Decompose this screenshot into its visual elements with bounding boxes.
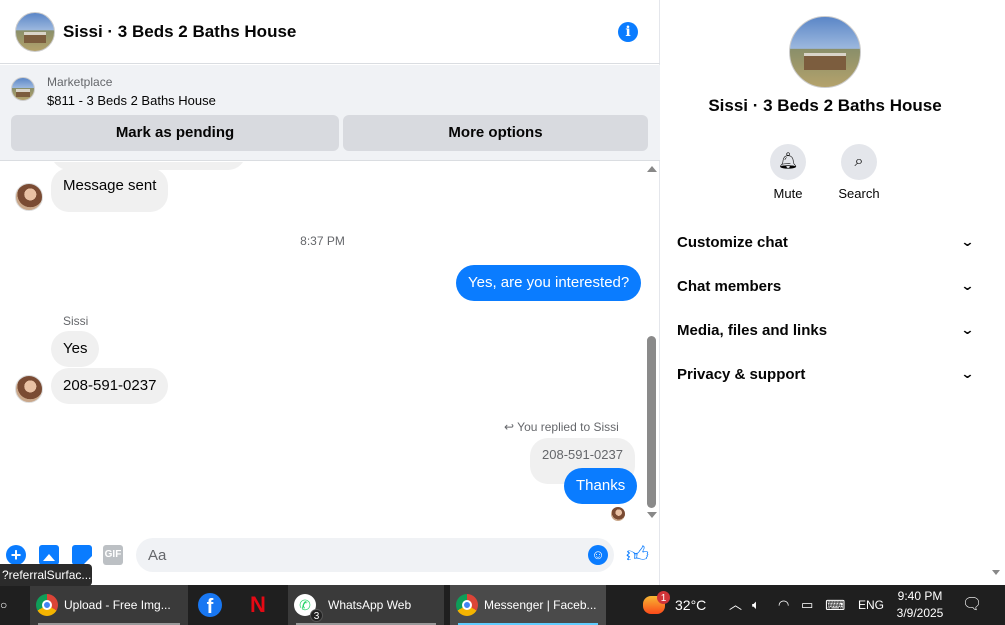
thumbs-up-icon[interactable]: 👍︎ [626,543,650,567]
chevron-up-icon[interactable]: ︿ [729,585,742,625]
search-icon[interactable]: ⌕ [841,144,877,180]
notifications-icon[interactable]: 🗨︎ [962,585,982,625]
messenger-app: Sissi · 3 Beds 2 Baths House i Marketpla… [0,0,1005,586]
gif-icon[interactable]: GIF [103,545,123,565]
mute-button[interactable]: 🔔︎ Mute [758,144,818,201]
clock-date: 3/9/2025 [896,606,944,620]
battery-icon[interactable]: ▭ [801,585,813,625]
more-options-button[interactable]: More options [343,115,648,151]
wifi-icon[interactable]: ◠ [778,585,789,625]
mark-as-pending-button[interactable]: Mark as pending [11,115,339,151]
conversation-title[interactable]: Sissi · 3 Beds 2 Baths House [63,22,296,42]
conversation-avatar[interactable] [15,11,55,52]
details-title: Sissi · 3 Beds 2 Baths House [708,96,942,115]
taskbar-app-chrome-upload[interactable]: Upload - Free Img... [30,585,188,625]
scroll-down-arrow-icon[interactable] [647,512,657,518]
chevron-down-icon[interactable]: ⌄ [960,234,974,250]
chrome-icon [36,594,58,616]
read-receipt-avatar [611,507,625,521]
section-privacy-support[interactable]: Privacy & support ⌄ [677,354,975,394]
windows-taskbar: ○ Upload - Free Img... f N ✆ 3 WhatsApp W… [0,585,1005,625]
message-bubble[interactable]: 208-591-0237 [51,368,169,404]
photo-icon[interactable] [39,545,59,565]
taskbar-app-label: Messenger | Faceb... [484,598,597,612]
message-input[interactable] [136,538,614,572]
message-bubble[interactable]: Yes [51,331,100,367]
sticker-icon[interactable] [72,545,92,565]
notification-badge: 3 [310,609,323,622]
search-icon[interactable]: ○ [0,585,8,625]
speaker-icon[interactable]: 🔈︎ [752,585,760,625]
reply-note-text: You replied to Sissi [517,420,619,434]
language-indicator[interactable]: ENG [858,585,884,625]
url-tooltip: ?referralSurfac... [0,564,92,586]
message-composer: + GIF ☺ 👍︎ [0,536,660,576]
section-customize-chat[interactable]: Customize chat ⌄ [677,222,975,262]
taskbar-app-whatsapp[interactable]: ✆ 3 WhatsApp Web [288,585,444,625]
emoji-icon[interactable]: ☺ [588,545,608,565]
message-bubble[interactable]: Thanks [564,468,638,504]
chat-header: Sissi · 3 Beds 2 Baths House i [0,0,660,64]
chevron-down-icon[interactable]: ⌄ [960,278,974,294]
taskbar-app-facebook[interactable]: f [198,585,224,625]
scrollbar-thumb[interactable] [647,336,656,508]
message-scrollbar[interactable] [645,162,659,524]
section-media-files-links[interactable]: Media, files and links ⌄ [677,310,975,350]
section-label: Customize chat [677,233,788,251]
sender-name: Sissi [63,314,89,328]
bell-icon[interactable]: 🔔︎ [770,144,806,180]
weather-temperature[interactable]: 32°C [675,585,706,625]
keyboard-icon[interactable]: ⌨ [825,585,845,625]
weather-widget[interactable]: 1 [643,585,670,625]
marketplace-label: Marketplace [47,75,113,89]
sender-avatar[interactable] [15,375,43,403]
chevron-down-icon[interactable]: ⌄ [960,366,974,382]
plus-icon[interactable]: + [6,545,26,565]
taskbar-app-label: Upload - Free Img... [64,598,171,612]
section-chat-members[interactable]: Chat members ⌄ [677,266,975,306]
taskbar-app-label: WhatsApp Web [328,598,412,612]
facebook-icon: f [198,593,222,618]
info-icon[interactable]: i [618,22,638,42]
reply-note: ↩ You replied to Sissi [504,420,619,434]
message-list: Message sent 8:37 PM Yes, are you intere… [0,162,660,524]
message-timestamp: 8:37 PM [300,234,345,248]
chrome-icon [456,594,478,616]
message-bubble[interactable]: Message sent [51,168,169,212]
system-clock[interactable]: 9:40 PM 3/9/2025 [892,588,948,622]
weather-badge: 1 [657,591,670,604]
section-label: Privacy & support [677,365,806,383]
weather-icon: 1 [643,591,670,614]
section-label: Media, files and links [677,321,828,339]
clock-time: 9:40 PM [897,589,943,603]
taskbar-app-netflix[interactable]: N [250,585,272,625]
marketplace-banner: Marketplace $811 - 3 Beds 2 Baths House … [0,65,660,161]
mute-label: Mute [773,186,803,201]
sender-avatar[interactable] [15,183,43,211]
section-label: Chat members [677,277,782,295]
scroll-up-arrow-icon[interactable] [647,166,657,172]
search-label: Search [838,186,880,201]
chat-panel: Sissi · 3 Beds 2 Baths House i Marketpla… [0,0,660,585]
chevron-down-icon[interactable]: ⌄ [960,322,974,338]
reply-icon: ↩ [504,420,518,434]
search-button[interactable]: ⌕ Search [829,144,889,201]
taskbar-app-chrome-messenger[interactable]: Messenger | Faceb... [450,585,606,625]
whatsapp-icon: ✆ 3 [294,594,323,622]
message-bubble[interactable]: Yes, are you interested? [456,265,642,301]
details-avatar[interactable] [789,16,861,88]
scroll-down-arrow-icon[interactable] [992,570,1000,575]
conversation-details-panel: Sissi · 3 Beds 2 Baths House 🔔︎ Mute ⌕ S… [661,0,1005,585]
listing-thumbnail[interactable] [11,77,35,101]
listing-title[interactable]: $811 - 3 Beds 2 Baths House [47,93,216,108]
netflix-icon: N [250,592,266,617]
